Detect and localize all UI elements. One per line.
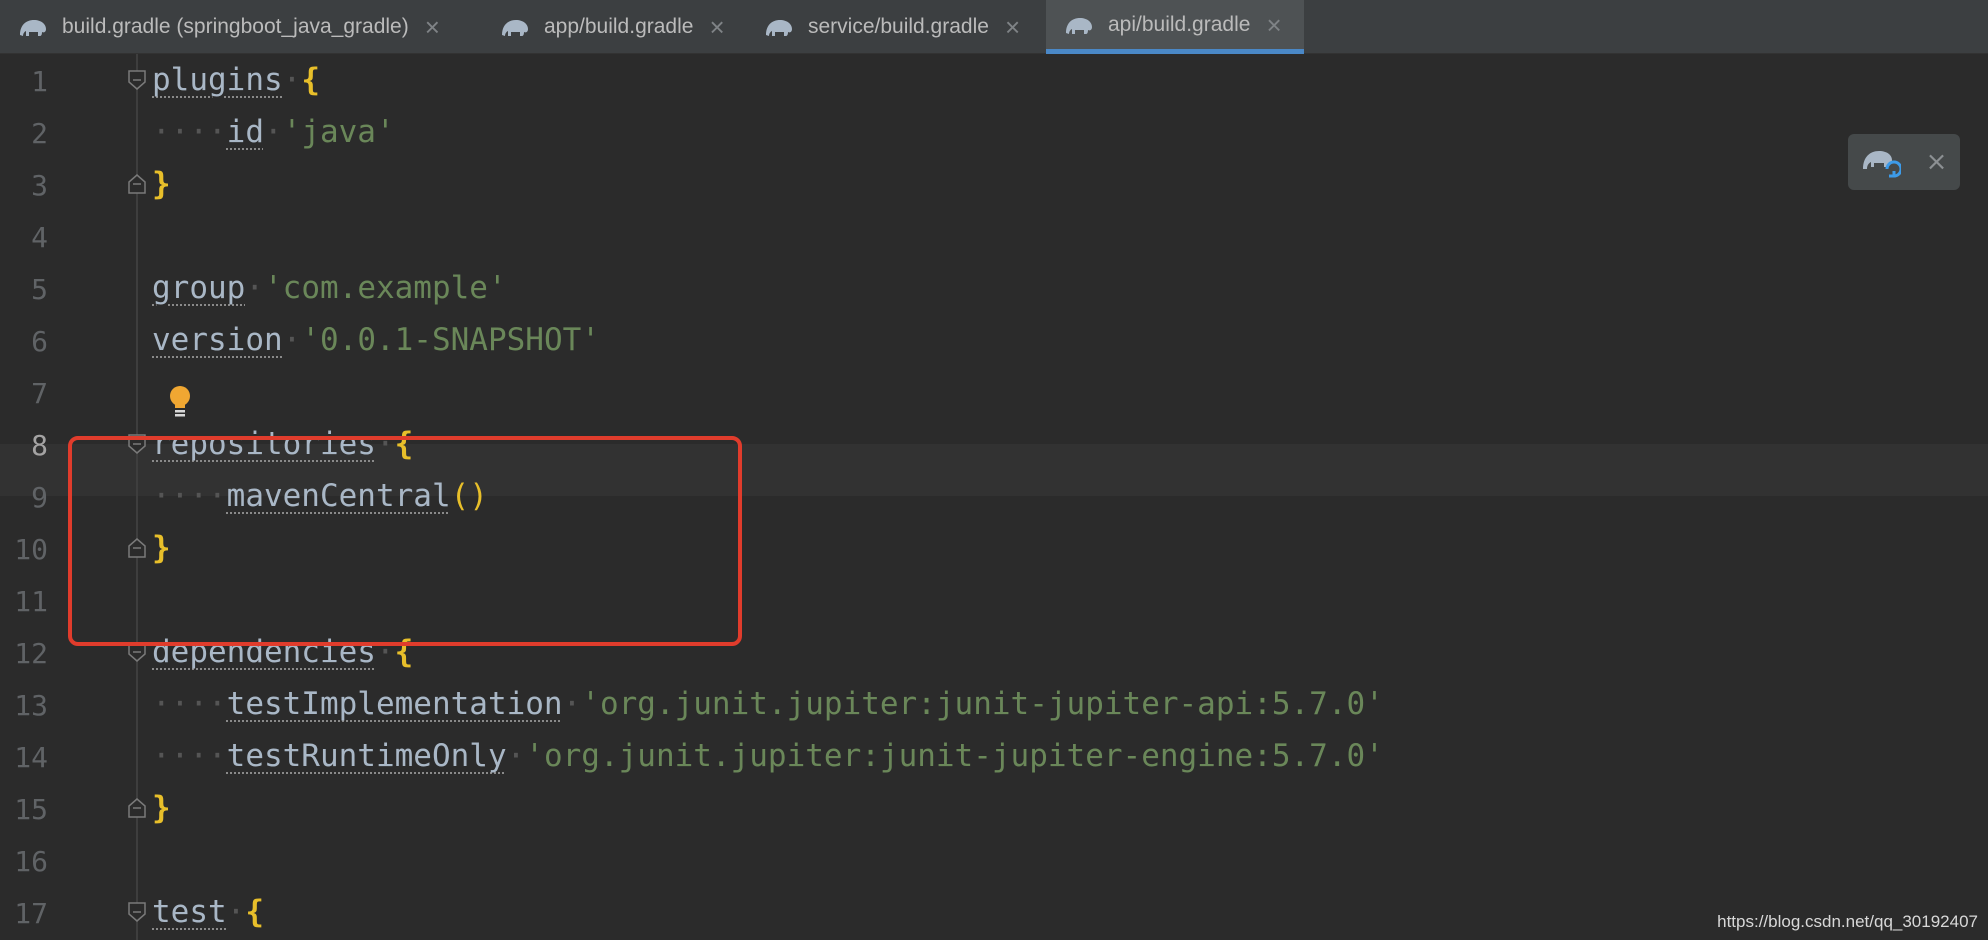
line-number: 4 — [31, 221, 48, 254]
code-identifier: version — [152, 322, 283, 358]
whitespace-marker: · — [282, 62, 302, 98]
whitespace-marker: · — [282, 322, 302, 358]
line-number: 1 — [31, 65, 48, 98]
gradle-elephant-icon — [20, 20, 46, 36]
code-string: 'com.example' — [264, 270, 507, 306]
indent-marker: ···· — [152, 114, 227, 150]
code-identifier: plugins — [152, 62, 283, 98]
code-line: } — [152, 782, 171, 834]
tab-label: app/build.gradle — [544, 15, 694, 38]
indent-marker: ···· — [152, 686, 227, 722]
code-line: group·'com.example' — [152, 262, 507, 314]
code-brace: } — [152, 166, 171, 202]
line-number: 8 — [31, 429, 48, 462]
tab-root-build-gradle[interactable]: build.gradle (springboot_java_gradle) × — [16, 0, 440, 54]
code-brace: { — [245, 894, 264, 930]
code-brace: { — [301, 62, 320, 98]
code-line: plugins·{ — [152, 54, 320, 106]
code-identifier: group — [152, 270, 246, 306]
indent-marker: ···· — [152, 738, 227, 774]
close-icon[interactable]: × — [709, 14, 724, 40]
line-number: 12 — [14, 637, 48, 670]
code-identifier: testRuntimeOnly — [226, 738, 507, 774]
whitespace-marker: · — [506, 738, 526, 774]
line-number: 15 — [14, 793, 48, 826]
line-number: 16 — [14, 845, 48, 878]
whitespace-marker: · — [245, 270, 264, 306]
code-string: 'org.junit.jupiter:junit-jupiter-api:5.7… — [581, 686, 1384, 722]
gradle-elephant-icon — [1066, 17, 1092, 34]
close-icon[interactable]: × — [1926, 149, 1948, 175]
line-number: 6 — [31, 325, 48, 358]
code-identifier: testImplementation — [226, 686, 563, 722]
code-brace: } — [152, 790, 171, 826]
line-number: 10 — [14, 533, 48, 566]
tab-app-build-gradle[interactable]: app/build.gradle × — [498, 0, 725, 54]
tab-label: service/build.gradle — [808, 15, 989, 38]
tab-label: api/build.gradle — [1108, 12, 1251, 36]
code-identifier: test — [152, 894, 227, 930]
code-string: 'org.junit.jupiter:junit-jupiter-engine:… — [525, 738, 1384, 774]
line-number: 3 — [31, 169, 48, 202]
whitespace-marker: · — [226, 894, 246, 930]
line-number: 5 — [31, 273, 48, 306]
fold-open-icon[interactable] — [128, 902, 146, 922]
code-string: 'java' — [282, 114, 395, 150]
code-string: '0.0.1-SNAPSHOT' — [301, 322, 600, 358]
code-identifier: id — [226, 114, 264, 150]
whitespace-marker: · — [263, 114, 283, 150]
line-number: 14 — [14, 741, 48, 774]
gradle-sync-popup: × — [1848, 134, 1960, 190]
tab-api-build-gradle[interactable]: api/build.gradle × — [1046, 0, 1304, 54]
gradle-elephant-icon — [766, 20, 792, 36]
close-icon[interactable]: × — [1005, 14, 1020, 40]
code-editor[interactable]: 1 2 3 4 5 6 7 8 9 10 11 12 13 14 15 16 17 plugins·{····i… — [0, 54, 1988, 940]
code-line: test·{ — [152, 886, 264, 938]
line-number: 17 — [14, 897, 48, 930]
tab-service-build-gradle[interactable]: service/build.gradle × — [762, 0, 1020, 54]
fold-close-icon[interactable] — [128, 798, 146, 818]
watermark: https://blog.csdn.net/qq_30192407 — [1717, 912, 1978, 931]
line-number: 2 — [31, 117, 48, 150]
code-line: ····id·'java' — [152, 106, 395, 158]
editor-tab-bar: build.gradle (springboot_java_gradle) × … — [0, 0, 1988, 54]
code-line: ····testImplementation·'org.junit.jupite… — [152, 678, 1384, 730]
line-number: 13 — [14, 689, 48, 722]
close-icon[interactable]: × — [425, 14, 440, 40]
fold-open-icon[interactable] — [128, 70, 146, 90]
tab-label: build.gradle (springboot_java_gradle) — [62, 15, 409, 38]
gradle-elephant-icon — [502, 20, 528, 36]
code-line: } — [152, 158, 171, 210]
line-number: 7 — [31, 377, 48, 410]
fold-close-icon[interactable] — [128, 174, 146, 194]
close-icon[interactable]: × — [1266, 12, 1281, 38]
gradle-sync-icon[interactable] — [1861, 145, 1901, 179]
line-number: 9 — [31, 481, 48, 514]
code-line: version·'0.0.1-SNAPSHOT' — [152, 314, 600, 366]
annotation-highlight-box — [68, 436, 742, 646]
code-line: ····testRuntimeOnly·'org.junit.jupiter:j… — [152, 730, 1384, 782]
line-number: 11 — [14, 585, 48, 618]
whitespace-marker: · — [562, 686, 582, 722]
lightbulb-icon[interactable] — [166, 384, 194, 420]
